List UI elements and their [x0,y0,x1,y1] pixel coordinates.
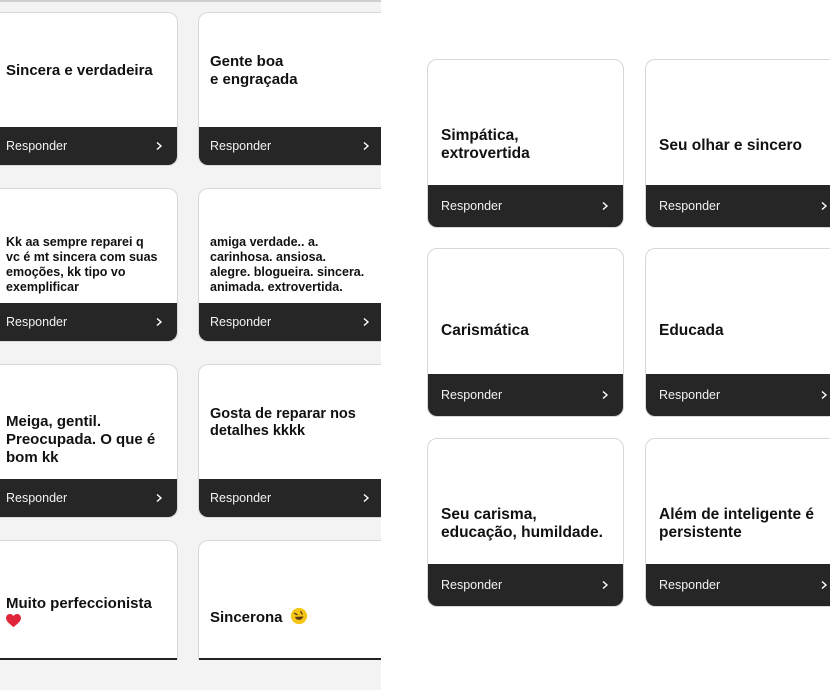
reply-button[interactable]: Responder [0,303,177,341]
reply-label: Responder [441,578,503,592]
chevron-right-icon [363,318,370,326]
reply-button[interactable]: Responder [0,127,177,165]
question-card: Gente boa e engraçada Responder [198,12,381,166]
question-text-area: Além de inteligente é persistente [646,439,830,566]
chevron-right-icon [156,142,163,150]
question-text-area: Kk aa sempre reparei q vc é mt sincera c… [0,189,177,305]
reply-label: Responder [441,199,503,213]
reply-label: Responder [6,491,68,505]
question-text: Gente boa e engraçada [210,53,298,88]
question-text-area: amiga verdade.. a. carinhosa. ansiosa. a… [199,189,381,305]
red-heart-icon [6,614,21,628]
question-card: Muito perfeccionista [0,540,178,660]
question-card: Seu carisma, educação, humildade. Respon… [427,438,624,607]
chevron-right-icon [363,142,370,150]
reply-label: Responder [659,388,721,402]
reply-button[interactable]: Responder [646,185,830,227]
reply-button[interactable]: Responder [646,374,830,416]
reply-button[interactable]: Responder [428,374,623,416]
question-card: Educada Responder [645,248,830,417]
question-text-area: Sincera e verdadeira [0,13,177,129]
question-card: Além de inteligente é persistente Respon… [645,438,830,607]
reply-button[interactable]: Responder [0,479,177,517]
left-screenshot-panel: Sincera e verdadeira Responder Gente boa… [0,0,381,690]
chevron-right-icon [156,318,163,326]
chevron-right-icon [821,391,828,399]
reply-label: Responder [6,315,68,329]
question-text: Muito perfeccionista [6,595,152,631]
chevron-right-icon [821,581,828,589]
reply-label: Responder [441,388,503,402]
question-text-area: Educada [646,249,830,376]
question-text: Meiga, gentil. Preocupada. O que é bom k… [6,413,156,466]
question-text: Sincera e verdadeira [6,62,153,79]
question-text: Seu carisma, educação, humildade. [441,506,603,541]
question-text-content: Sincerona [210,609,283,626]
question-card: amiga verdade.. a. carinhosa. ansiosa. a… [198,188,381,342]
rolling-laughing-emoji-icon [290,607,307,625]
question-text-area: Gosta de reparar nos detalhes kkkk [199,365,381,481]
chevron-right-icon [602,581,609,589]
chevron-right-icon [602,391,609,399]
chevron-right-icon [156,494,163,502]
question-card: Gosta de reparar nos detalhes kkkk Respo… [198,364,381,518]
question-card: Simpática, extrovertida Responder [427,59,624,228]
divider [199,658,381,660]
question-text: Seu olhar e sincero [659,137,802,154]
question-card: Kk aa sempre reparei q vc é mt sincera c… [0,188,178,342]
reply-button[interactable]: Responder [428,185,623,227]
chevron-right-icon [602,202,609,210]
chevron-right-icon [363,494,370,502]
question-text: Gosta de reparar nos detalhes kkkk [210,406,356,439]
reply-label: Responder [659,199,721,213]
question-text-area: Meiga, gentil. Preocupada. O que é bom k… [0,365,177,481]
question-text-area: Sincerona [199,541,381,660]
reply-button[interactable]: Responder [646,564,830,606]
question-text: amiga verdade.. a. carinhosa. ansiosa. a… [210,235,365,294]
question-text-area: Simpática, extrovertida [428,60,623,187]
question-text: Kk aa sempre reparei q vc é mt sincera c… [6,235,158,294]
reply-label: Responder [659,578,721,592]
reply-button[interactable]: Responder [199,303,381,341]
question-card: Sincerona [198,540,381,660]
divider [0,658,177,660]
question-card: Carismática Responder [427,248,624,417]
question-text-area: Muito perfeccionista [0,541,177,657]
question-text: Educada [659,322,724,339]
question-card: Sincera e verdadeira Responder [0,12,178,166]
question-text: Simpática, extrovertida [441,127,530,162]
chevron-right-icon [821,202,828,210]
question-text: Além de inteligente é persistente [659,506,815,541]
question-text: Carismática [441,322,529,339]
reply-label: Responder [6,139,68,153]
question-card: Seu olhar e sincero Responder [645,59,830,228]
reply-label: Responder [210,315,272,329]
reply-button[interactable]: Responder [199,127,381,165]
reply-label: Responder [210,491,272,505]
question-text-area: Carismática [428,249,623,376]
question-text-content: Muito perfeccionista [6,595,152,612]
question-text-area: Seu olhar e sincero [646,60,830,187]
question-card: Meiga, gentil. Preocupada. O que é bom k… [0,364,178,518]
right-screenshot-panel: Simpática, extrovertida Responder Seu ol… [381,0,830,690]
reply-label: Responder [210,139,272,153]
reply-button[interactable]: Responder [199,479,381,517]
question-text-area: Seu carisma, educação, humildade. [428,439,623,566]
question-text: Sincerona [210,607,308,627]
reply-button[interactable]: Responder [428,564,623,606]
question-text-area: Gente boa e engraçada [199,13,381,129]
